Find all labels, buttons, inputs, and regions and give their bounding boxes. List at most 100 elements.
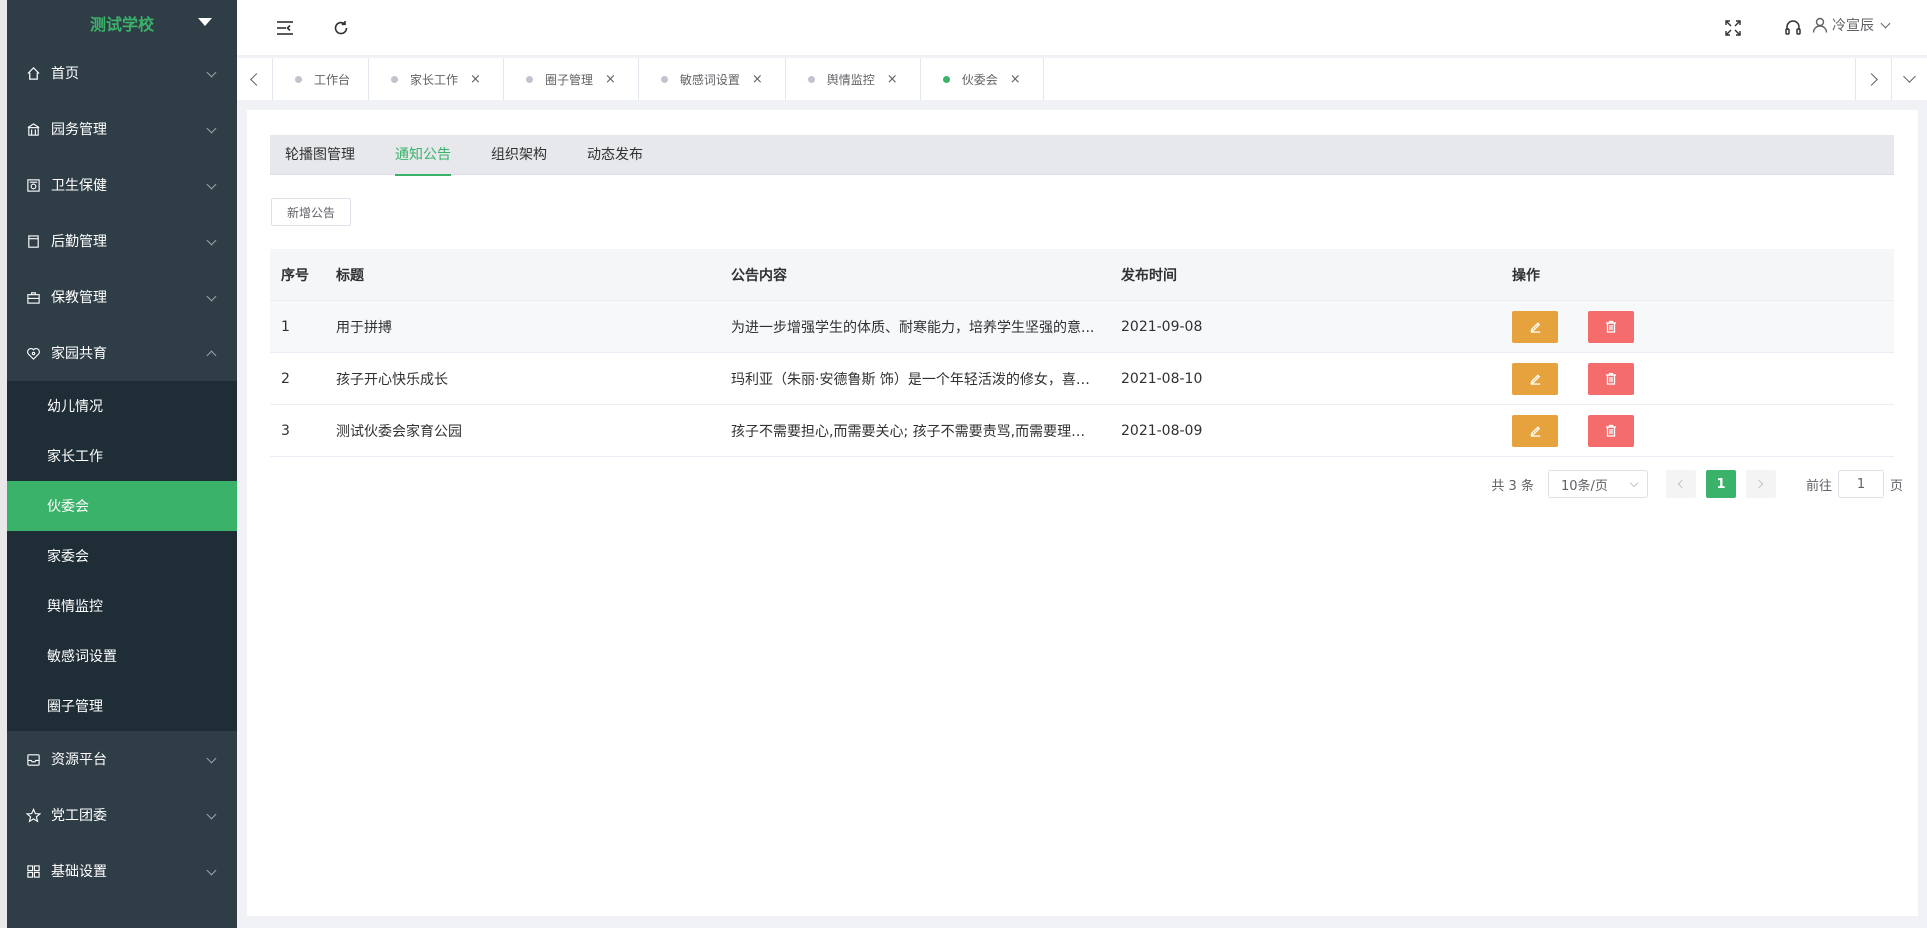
fullscreen-icon[interactable] xyxy=(1723,18,1743,38)
subtab-item[interactable]: 轮播图管理 xyxy=(285,135,355,175)
sidebar-subitem[interactable]: 家长工作 xyxy=(7,431,237,481)
status-dot-icon xyxy=(391,75,399,83)
sidebar-subitem[interactable]: 舆情监控 xyxy=(7,581,237,631)
chevron-down-icon xyxy=(206,67,217,78)
delete-button[interactable] xyxy=(1588,414,1634,447)
status-dot-icon xyxy=(660,75,668,83)
tab-item[interactable]: 家长工作 × xyxy=(369,58,504,100)
tab-label: 工作台 xyxy=(314,72,351,87)
delete-button[interactable] xyxy=(1588,362,1634,395)
page-jumper: 前往 页 xyxy=(1806,470,1903,498)
cell-title: 孩子开心快乐成长 xyxy=(336,371,448,388)
school-selector[interactable]: 测试学校 xyxy=(7,0,237,45)
close-icon[interactable]: × xyxy=(1010,72,1021,87)
sidebar-item-heart[interactable]: 家园共育 xyxy=(7,325,237,381)
bottom-spacer xyxy=(237,918,1927,928)
sidebar-item-label: 保教管理 xyxy=(51,290,107,306)
prev-page-button[interactable] xyxy=(1665,470,1696,498)
column-header-actions: 操作 xyxy=(1512,267,1540,284)
sidebar-subitem[interactable]: 圈子管理 xyxy=(7,681,237,731)
edit-icon xyxy=(1529,424,1542,437)
tabs-dropdown-button[interactable] xyxy=(1891,58,1927,100)
sidebar-item-building[interactable]: 园务管理 xyxy=(7,101,237,157)
cell-no: 3 xyxy=(281,422,290,439)
status-dot-icon xyxy=(295,75,302,83)
chevron-down-icon xyxy=(206,235,217,246)
sidebar-subitem[interactable]: 敏感词设置 xyxy=(7,631,237,681)
sidebar-item-health[interactable]: 卫生保健 xyxy=(7,157,237,213)
tab-item[interactable]: 伙委会 × xyxy=(921,58,1044,100)
edit-button[interactable] xyxy=(1512,310,1558,343)
headset-icon[interactable] xyxy=(1783,18,1803,38)
add-notice-button[interactable]: 新增公告 xyxy=(271,198,352,226)
cell-content: 玛利亚（朱丽·安德鲁斯 饰）是一个年轻活泼的修女，喜欢... xyxy=(731,371,1104,388)
grid-icon xyxy=(25,863,41,879)
chevron-down-icon xyxy=(206,123,217,134)
user-menu[interactable]: 冷宣辰 xyxy=(1812,15,1891,35)
column-header-date: 发布时间 xyxy=(1121,267,1177,284)
page-number-current[interactable]: 1 xyxy=(1705,470,1736,498)
page-size-value: 10条/页 xyxy=(1560,478,1608,494)
cell-date: 2021-09-08 xyxy=(1121,318,1203,335)
sidebar-subitem[interactable]: 家委会 xyxy=(7,531,237,581)
cell-title: 测试伙委会家育公园 xyxy=(336,423,462,440)
sidebar-item-grid[interactable]: 基础设置 xyxy=(7,843,237,899)
sidebar-item-home[interactable]: 首页 xyxy=(7,45,237,101)
refresh-icon[interactable] xyxy=(331,18,351,38)
edit-button[interactable] xyxy=(1512,362,1558,395)
tabs-scroll-left-button[interactable] xyxy=(237,58,273,100)
tab-item[interactable]: 圈子管理 × xyxy=(504,58,639,100)
username: 冷宣辰 xyxy=(1832,18,1874,34)
tab-label: 敏感词设置 xyxy=(679,72,740,87)
home-icon xyxy=(25,65,41,81)
close-icon[interactable]: × xyxy=(887,72,898,87)
main-content: 轮播图管理 通知公告 组织架构 动态发布 新增公告 序号 标题 公告内容 发布时间 操… xyxy=(247,110,1918,916)
trash-icon xyxy=(1605,372,1617,385)
close-icon[interactable]: × xyxy=(470,72,481,87)
subtab-item[interactable]: 组织架构 xyxy=(491,135,547,175)
tab-label: 舆情监控 xyxy=(826,72,875,87)
subtab-item[interactable]: 动态发布 xyxy=(587,135,643,175)
page-size-select[interactable]: 10条/页 xyxy=(1547,470,1648,498)
chevron-down-icon xyxy=(1880,18,1891,28)
sidebar-subitem[interactable]: 伙委会 xyxy=(7,481,237,531)
trash-icon xyxy=(1605,320,1617,333)
chevron-down-icon xyxy=(206,865,217,876)
next-page-button[interactable] xyxy=(1745,470,1776,498)
cell-content: 为进一步增强学生的体质、耐寒能力，培养学生坚强的意... xyxy=(731,319,1095,336)
delete-button[interactable] xyxy=(1588,310,1634,343)
sidebar-item-bag[interactable]: 保教管理 xyxy=(7,269,237,325)
tabs-scroll-right-button[interactable] xyxy=(1855,58,1891,100)
close-icon[interactable]: × xyxy=(605,72,616,87)
pagination-total: 共 3 条 xyxy=(1491,478,1534,494)
table-row: 2 孩子开心快乐成长 玛利亚（朱丽·安德鲁斯 饰）是一个年轻活泼的修女，喜欢... 2… xyxy=(270,353,1894,405)
sidebar-item-label: 基础设置 xyxy=(51,864,107,880)
top-header: 冷宣辰 xyxy=(237,0,1927,56)
goto-page-input[interactable] xyxy=(1837,470,1884,498)
status-dot-icon xyxy=(525,75,533,83)
collapse-menu-icon[interactable] xyxy=(275,18,295,38)
tab-item[interactable]: 工作台 xyxy=(273,58,370,100)
tab-item[interactable]: 敏感词设置 × xyxy=(639,58,786,100)
subtab-item[interactable]: 通知公告 xyxy=(395,135,451,176)
edit-button[interactable] xyxy=(1512,414,1558,447)
close-icon[interactable]: × xyxy=(752,72,763,87)
tab-item[interactable]: 舆情监控 × xyxy=(786,58,921,100)
sidebar-item-label: 卫生保健 xyxy=(51,178,107,194)
chevron-right-icon xyxy=(1865,72,1878,86)
tab-label: 家长工作 xyxy=(410,72,459,87)
cell-date: 2021-08-09 xyxy=(1121,422,1203,439)
sidebar-item-star[interactable]: 党工团委 xyxy=(7,787,237,843)
sidebar-item-label: 党工团委 xyxy=(51,808,107,824)
sidebar-item-label: 资源平台 xyxy=(51,752,107,768)
sidebar-item-inbox[interactable]: 资源平台 xyxy=(7,731,237,787)
trash-icon xyxy=(1605,424,1617,437)
building-icon xyxy=(25,121,41,137)
sidebar-subitem[interactable]: 幼儿情况 xyxy=(7,381,237,431)
chevron-down-icon xyxy=(206,179,217,190)
caret-down-icon[interactable] xyxy=(198,18,212,26)
column-header-title: 标题 xyxy=(336,267,364,284)
chevron-right-icon xyxy=(1755,479,1764,489)
sidebar-item-logistics[interactable]: 后勤管理 xyxy=(7,213,237,269)
bag-icon xyxy=(25,289,41,305)
